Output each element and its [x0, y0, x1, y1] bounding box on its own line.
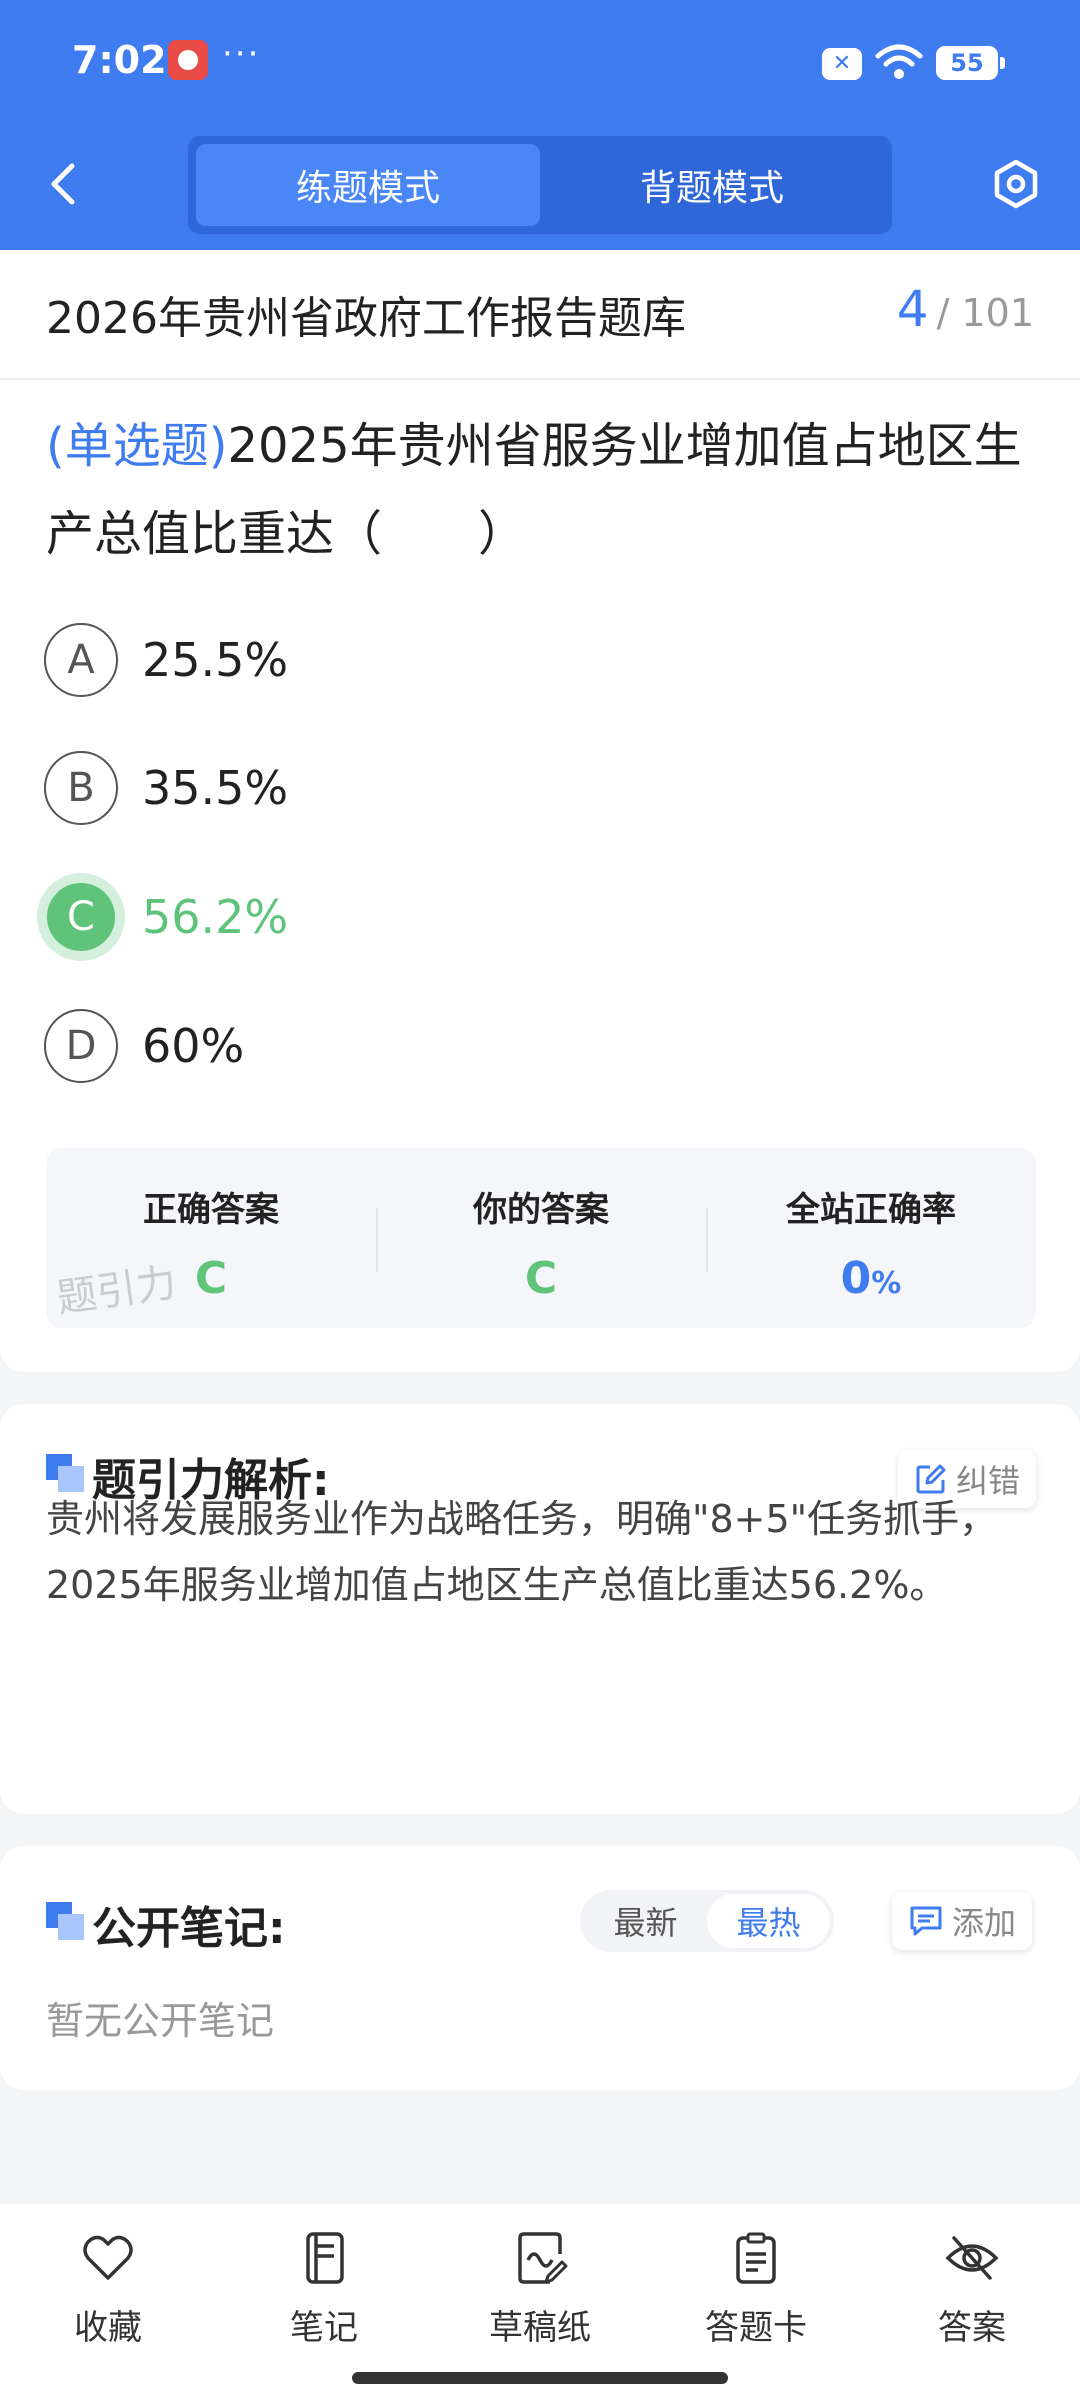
- option-d[interactable]: D 60%: [44, 1008, 244, 1084]
- your-answer-value: C: [524, 1253, 558, 1304]
- option-text: 56.2%: [142, 890, 289, 944]
- accuracy-label: 全站正确率: [786, 1190, 956, 1230]
- bottom-toolbar: 收藏 笔记 草稿纸 答题卡 答案: [0, 2204, 1080, 2400]
- question-card: 2026年贵州省政府工作报告题库 4/ 101 (单选题)2025年贵州省服务业…: [0, 250, 1080, 1372]
- option-text: 35.5%: [142, 761, 289, 815]
- settings-hexagon-icon[interactable]: [990, 156, 1042, 212]
- option-c[interactable]: C 56.2%: [37, 873, 289, 961]
- total-questions: / 101: [936, 291, 1034, 335]
- analysis-card: 题引力解析: 纠错 贵州将发展服务业作为战略任务，明确"8+5"任务抓手，202…: [0, 1404, 1080, 1814]
- accuracy-number: 0: [840, 1253, 872, 1304]
- app-header: 7:02 ··· ✕ 55 练题模式 背题模式: [0, 0, 1080, 250]
- mode-switch: 练题模式 背题模式: [188, 136, 892, 234]
- status-close-icon: ✕: [822, 48, 862, 80]
- add-note-label: 添加: [952, 1904, 1017, 1942]
- empty-notes-text: 暂无公开笔记: [46, 1999, 275, 2043]
- tab-practice-mode[interactable]: 练题模式: [196, 144, 540, 226]
- sort-latest[interactable]: 最新: [584, 1894, 707, 1948]
- answer-sheet-label: 答题卡: [705, 2308, 807, 2348]
- show-answer-label: 答案: [938, 2308, 1006, 2348]
- notebook-icon: [306, 2232, 344, 2284]
- answer-sheet-button[interactable]: 答题卡: [648, 2204, 864, 2400]
- accuracy-value: 0%: [706, 1253, 1036, 1304]
- eye-off-icon: [945, 2236, 999, 2280]
- notes-button[interactable]: 笔记: [216, 2204, 432, 2400]
- option-letter: D: [44, 1009, 118, 1083]
- question-bank-title: 2026年贵州省政府工作报告题库: [46, 293, 686, 344]
- answer-sheet-icon: [736, 2232, 776, 2284]
- favorite-label: 收藏: [74, 2308, 142, 2348]
- option-text: 60%: [142, 1019, 245, 1073]
- back-arrow-icon[interactable]: [40, 156, 90, 212]
- accuracy-unit: %: [871, 1266, 902, 1301]
- notes-title: 公开笔记:: [92, 1903, 286, 1954]
- home-indicator[interactable]: [352, 2372, 728, 2384]
- tab-recite-mode[interactable]: 背题模式: [540, 144, 884, 226]
- answer-summary: 正确答案 C 题引力 你的答案 C 全站正确率 0%: [46, 1148, 1036, 1328]
- divider: [0, 378, 1080, 380]
- correct-answer-label: 正确答案: [143, 1190, 279, 1230]
- option-a[interactable]: A 25.5%: [44, 622, 288, 698]
- question-stem: (单选题)2025年贵州省服务业增加值占地区生产总值比重达（ ）: [46, 402, 1036, 578]
- your-answer-column: 你的答案 C: [376, 1148, 706, 1328]
- status-time: 7:02: [72, 38, 167, 82]
- analysis-text: 贵州将发展服务业作为战略任务，明确"8+5"任务抓手，2025年服务业增加值占地…: [46, 1497, 998, 1607]
- option-letter: C: [37, 873, 125, 961]
- battery-icon: 55: [936, 46, 1005, 80]
- wifi-icon: [875, 44, 923, 79]
- accuracy-column: 全站正确率 0%: [706, 1148, 1036, 1328]
- comment-icon: [910, 1906, 942, 1936]
- sort-hottest[interactable]: 最热: [707, 1894, 830, 1948]
- notes-card: 公开笔记: 最新 最热 添加 暂无公开笔记: [0, 1846, 1080, 2090]
- app-notification-icon: [168, 40, 208, 80]
- correct-answer-column: 正确答案 C 题引力: [46, 1148, 376, 1328]
- current-question-number: 4: [896, 280, 929, 338]
- heart-icon: [83, 2235, 133, 2280]
- option-letter: B: [44, 751, 118, 825]
- your-answer-label: 你的答案: [473, 1190, 609, 1230]
- option-b[interactable]: B 35.5%: [44, 750, 288, 826]
- add-note-button[interactable]: 添加: [892, 1892, 1033, 1950]
- draft-paper-label: 草稿纸: [489, 2308, 591, 2348]
- show-answer-button[interactable]: 答案: [864, 2204, 1080, 2400]
- draft-paper-button[interactable]: 草稿纸: [432, 2204, 648, 2400]
- notes-label: 笔记: [290, 2308, 358, 2348]
- draft-paper-icon: [518, 2232, 568, 2284]
- section-squares-icon: [46, 1902, 86, 1942]
- option-letter: A: [44, 623, 118, 697]
- status-more-dots: ···: [222, 34, 261, 74]
- question-progress: 4/ 101: [897, 280, 1034, 338]
- notes-sort-switch: 最新 最热: [580, 1890, 834, 1952]
- question-type: (单选题): [46, 418, 228, 474]
- option-text: 25.5%: [142, 633, 289, 687]
- favorite-button[interactable]: 收藏: [0, 2204, 216, 2400]
